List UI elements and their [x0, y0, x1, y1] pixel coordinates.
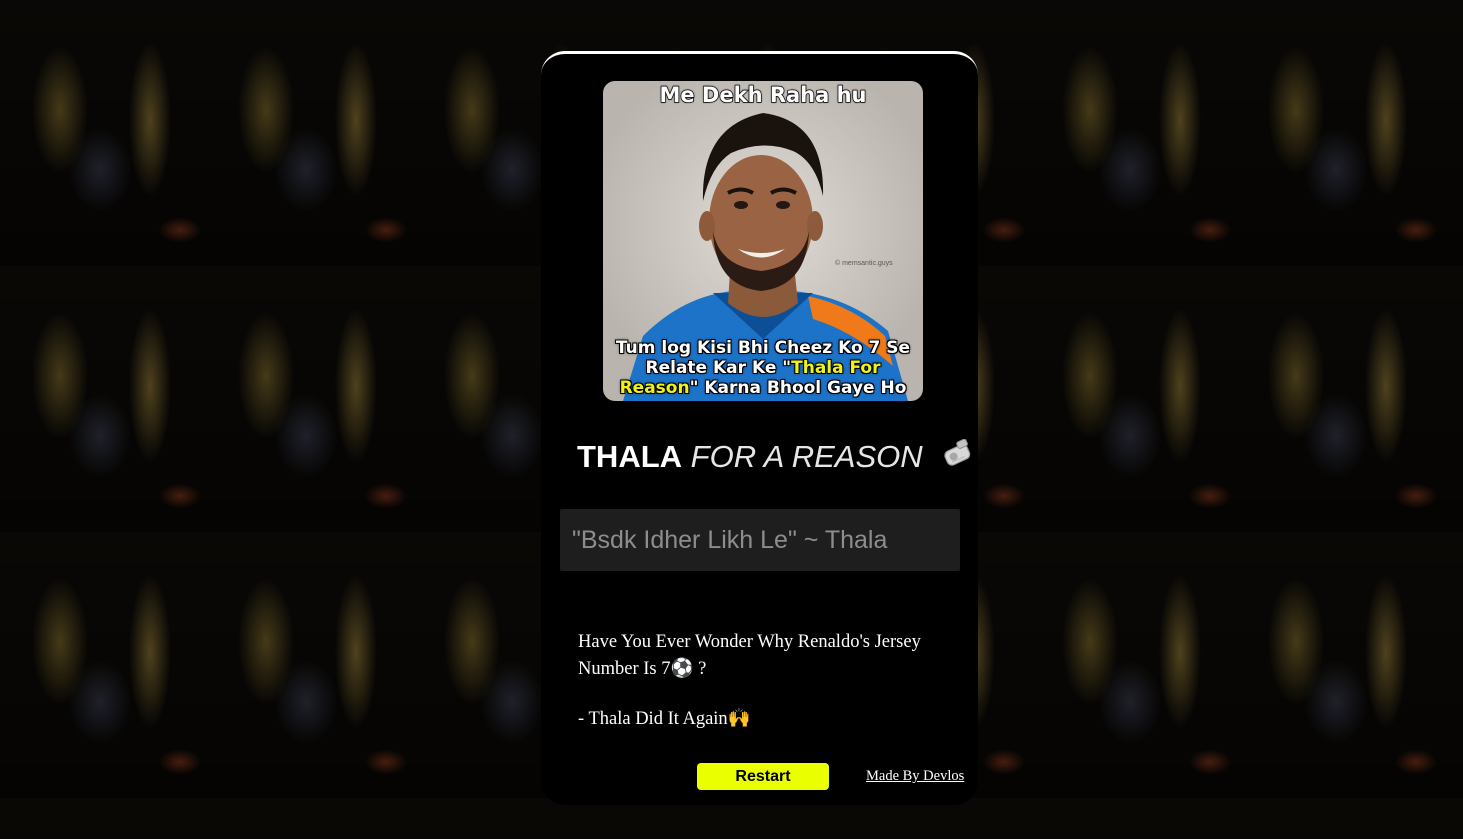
meme-image: Me Dekh Raha hu © memsantic.guys Tum log…: [603, 81, 923, 401]
page-title: THALA FOR A REASON: [577, 438, 971, 477]
meme-caption-text: " Karna Bhool Gaye Ho: [689, 378, 907, 398]
restart-button[interactable]: Restart: [697, 763, 829, 790]
credit-link[interactable]: Made By Devlos: [866, 768, 964, 785]
meme-caption-text: Relate Kar Ke ": [645, 358, 792, 378]
meme-caption-highlight: Reason: [619, 378, 690, 398]
whistle-icon: [941, 438, 975, 477]
meme-caption-highlight: Thala For: [791, 358, 881, 378]
result-message: Have You Ever Wonder Why Renaldo's Jerse…: [578, 629, 958, 733]
meme-caption-line: Tum log Kisi Bhi Cheez Ko 7 Se: [615, 338, 911, 358]
title-light: FOR A REASON: [690, 439, 923, 474]
thala-text-input[interactable]: [560, 509, 960, 571]
meme-caption-line: Relate Kar Ke "Thala For: [603, 358, 923, 378]
result-line: Have You Ever Wonder Why Renaldo's Jerse…: [578, 632, 921, 679]
result-line: - Thala Did It Again🙌: [578, 709, 751, 729]
meme-watermark: © memsantic.guys: [835, 260, 893, 267]
meme-caption-line: Reason" Karna Bhool Gaye Ho: [603, 378, 923, 398]
main-card: Me Dekh Raha hu © memsantic.guys Tum log…: [541, 51, 978, 805]
meme-top-caption: Me Dekh Raha hu: [659, 82, 867, 107]
meme-bottom-caption: Tum log Kisi Bhi Cheez Ko 7 Se Relate Ka…: [603, 338, 923, 398]
title-bold: THALA: [577, 439, 683, 474]
